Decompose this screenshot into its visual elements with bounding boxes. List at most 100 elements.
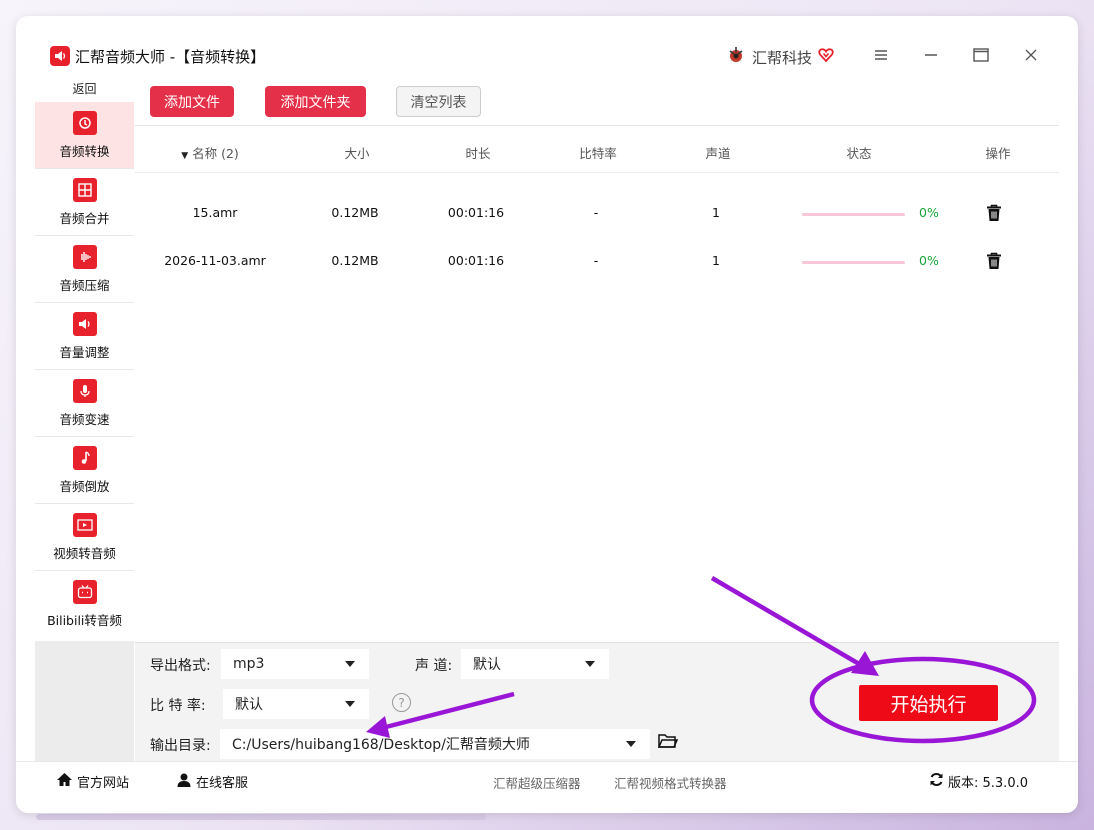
- compressor-link[interactable]: 汇帮超级压缩器: [493, 773, 581, 792]
- file-table: ▼ 名称 (2) 大小 时长 比特率 声道 状态 操作 15.amr 0.12M…: [135, 127, 1059, 642]
- minimize-button[interactable]: [916, 42, 946, 68]
- progress-text: 0%: [919, 205, 939, 220]
- sidebar-item-volume-adjust[interactable]: 音量调整: [35, 303, 134, 370]
- sidebar-item-label: Bilibili转音频: [47, 613, 122, 628]
- output-dir-select[interactable]: C:/Users/huibang168/Desktop/汇帮音频大师: [220, 729, 650, 759]
- brand[interactable]: 汇帮科技: [726, 45, 834, 69]
- home-icon: [56, 772, 73, 791]
- sidebar-item-bilibili[interactable]: Bilibili转音频: [35, 571, 134, 638]
- bitrate-value: 默认: [235, 697, 263, 713]
- progress-text: 0%: [919, 253, 939, 268]
- sidebar-item-audio-merge[interactable]: 音频合并: [35, 169, 134, 236]
- format-label: 导出格式:: [150, 658, 211, 674]
- sidebar-footer: [35, 641, 134, 761]
- website-link[interactable]: 官方网站: [56, 772, 129, 791]
- sidebar-item-audio-reverse[interactable]: 音频倒放: [35, 437, 134, 504]
- format-select[interactable]: mp3: [221, 649, 369, 679]
- heart-icon: [818, 47, 834, 67]
- file-name: 2026-11-03.amr: [164, 253, 266, 268]
- clear-list-button[interactable]: 清空列表: [396, 86, 481, 117]
- sidebar-item-label: 音频转换: [59, 143, 110, 159]
- sidebar-item-label: 音频合并: [59, 210, 110, 226]
- audio-convert-icon: [72, 110, 97, 135]
- settings-panel: 导出格式: mp3 声 道: 默认 比 特 率: 默认 ? 输出目录: C:/U…: [135, 642, 1059, 761]
- table-row[interactable]: 2026-11-03.amr 0.12MB 00:01:16 - 1 0%: [135, 238, 1059, 286]
- file-bitrate: -: [593, 205, 599, 220]
- column-action: 操作: [985, 146, 1011, 161]
- sidebar-item-video-to-audio[interactable]: 视频转音频: [35, 504, 134, 571]
- volume-adjust-icon: [72, 311, 97, 336]
- sidebar-item-label: 音频倒放: [59, 478, 110, 494]
- sidebar: 返回 音频转换 音频合并 音频压缩 音量调整 音频变速 音频倒放 视频转音频 B…: [35, 76, 134, 701]
- close-button[interactable]: [1016, 42, 1046, 68]
- version-label: 版本: 5.3.0.0: [948, 776, 1028, 791]
- bitrate-label: 比 特 率:: [150, 698, 206, 714]
- column-duration[interactable]: 时长: [465, 143, 490, 162]
- file-size: 0.12MB: [331, 253, 379, 268]
- trash-icon[interactable]: [986, 252, 1002, 270]
- audio-compress-icon: [72, 244, 97, 269]
- table-row[interactable]: 15.amr 0.12MB 00:01:16 - 1 0%: [135, 190, 1059, 238]
- output-dir-label: 输出目录:: [150, 738, 211, 754]
- bitrate-select[interactable]: 默认: [223, 689, 369, 719]
- add-folder-button[interactable]: 添加文件夹: [265, 86, 366, 117]
- app-window: 汇帮音频大师 -【音频转换】 汇帮科技 返回 音频转换 音频合并 音频压缩 音量…: [16, 16, 1078, 813]
- video-converter-link[interactable]: 汇帮视频格式转换器: [614, 773, 727, 792]
- support-link[interactable]: 在线客服: [176, 772, 248, 791]
- chevron-down-icon: [585, 661, 595, 667]
- column-bitrate[interactable]: 比特率: [579, 143, 617, 162]
- bilibili-icon: [72, 580, 97, 604]
- folder-open-icon[interactable]: [657, 733, 679, 749]
- audio-reverse-icon: [72, 445, 97, 470]
- column-status: 状态: [846, 146, 872, 161]
- add-file-button[interactable]: 添加文件: [150, 86, 234, 117]
- file-duration: 00:01:16: [447, 253, 505, 268]
- chevron-down-icon: [626, 741, 636, 747]
- sidebar-item-label: 音量调整: [59, 344, 110, 360]
- file-bitrate: -: [593, 253, 599, 268]
- sidebar-item-label: 音频压缩: [59, 277, 110, 293]
- column-size[interactable]: 大小: [344, 143, 369, 162]
- help-icon[interactable]: ?: [392, 693, 411, 712]
- file-channels: 1: [712, 205, 720, 220]
- audio-merge-icon: [72, 177, 97, 202]
- channel-select[interactable]: 默认: [461, 649, 609, 679]
- table-header: ▼ 名称 (2) 大小 时长 比特率 声道 状态 操作: [135, 127, 1059, 173]
- audio-speed-icon: [72, 378, 97, 403]
- progress-bar: [802, 213, 905, 216]
- window-title: 汇帮音频大师 -【音频转换】: [75, 48, 266, 66]
- version-info: 版本: 5.3.0.0: [929, 772, 1028, 791]
- brand-logo-icon: [726, 45, 746, 69]
- sidebar-item-audio-convert[interactable]: 音频转换: [35, 102, 134, 169]
- column-name[interactable]: ▼ 名称 (2): [181, 143, 239, 162]
- file-name: 15.amr: [192, 205, 238, 220]
- support-label: 在线客服: [196, 776, 249, 791]
- file-size: 0.12MB: [331, 205, 379, 220]
- title-bar: 汇帮音频大师 -【音频转换】 汇帮科技: [16, 16, 1078, 76]
- sidebar-item-audio-speed[interactable]: 音频变速: [35, 370, 134, 437]
- maximize-button[interactable]: [966, 42, 996, 68]
- sort-desc-icon: ▼: [181, 151, 189, 161]
- back-button[interactable]: 返回: [35, 76, 134, 102]
- channel-label: 声 道:: [415, 658, 453, 674]
- chevron-down-icon: [345, 661, 355, 667]
- menu-icon[interactable]: [866, 42, 896, 68]
- chevron-down-icon: [345, 701, 355, 707]
- sidebar-item-label: 音频变速: [59, 411, 110, 427]
- format-value: mp3: [233, 656, 265, 672]
- channel-value: 默认: [473, 657, 501, 673]
- column-channels[interactable]: 声道: [705, 143, 730, 162]
- progress-bar: [802, 261, 905, 264]
- window-shadow: [36, 814, 486, 820]
- refresh-icon[interactable]: [929, 772, 944, 791]
- file-duration: 00:01:16: [447, 205, 505, 220]
- output-dir-value: C:/Users/huibang168/Desktop/汇帮音频大师: [232, 737, 530, 753]
- trash-icon[interactable]: [986, 204, 1002, 222]
- start-button[interactable]: 开始执行: [859, 685, 998, 721]
- website-label: 官方网站: [77, 776, 130, 791]
- status-bar: 官方网站 在线客服 汇帮超级压缩器 汇帮视频格式转换器 版本: 5.3.0.0: [16, 761, 1078, 797]
- sidebar-item-audio-compress[interactable]: 音频压缩: [35, 236, 134, 303]
- file-channels: 1: [712, 253, 720, 268]
- video-to-audio-icon: [72, 512, 97, 537]
- sidebar-item-label: 视频转音频: [53, 545, 116, 561]
